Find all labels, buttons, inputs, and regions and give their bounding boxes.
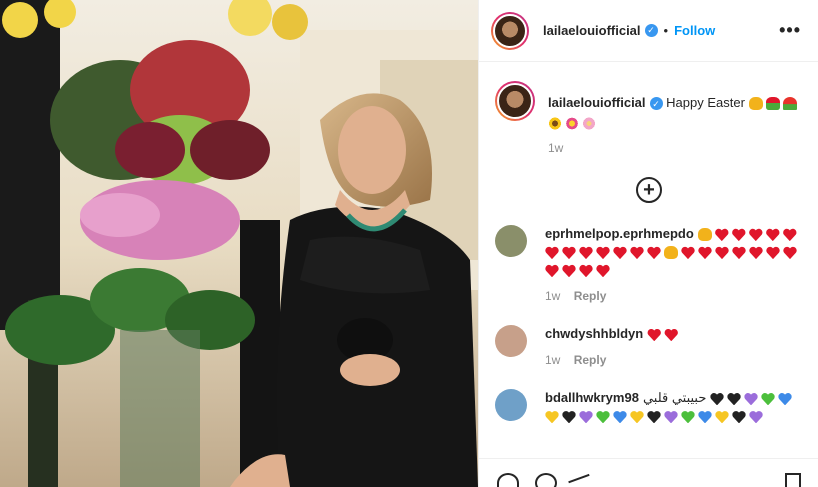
commenter-avatar[interactable] bbox=[495, 325, 527, 358]
reply-button[interactable]: Reply bbox=[574, 289, 607, 303]
separator-dot: • bbox=[663, 23, 669, 38]
comment-text: bdallhwkrym98 حبيبتي قلبي bbox=[545, 389, 803, 425]
comment-icon[interactable] bbox=[535, 473, 557, 487]
sunflower-icon bbox=[548, 117, 562, 131]
post-image bbox=[0, 0, 478, 487]
comment-time[interactable]: 1w bbox=[545, 353, 560, 367]
comments-section[interactable]: lailaelouiofficial ✓ Happy Easter 1w + ep… bbox=[479, 63, 818, 458]
comment-text: chwdyshhbldyn bbox=[545, 325, 803, 343]
header-username[interactable]: lailaelouiofficial bbox=[543, 23, 641, 38]
comment-meta: 1w Reply bbox=[545, 289, 803, 303]
tulip-icon bbox=[782, 97, 797, 111]
red-heart-icon bbox=[664, 328, 678, 341]
comment-text: eprhmelpop.eprhmepdo bbox=[545, 225, 803, 279]
comment-body: حبيبتي قلبي bbox=[642, 390, 707, 406]
comment-item: bdallhwkrym98 حبيبتي قلبي bbox=[495, 389, 803, 425]
caption-time[interactable]: 1w bbox=[548, 141, 803, 155]
commenter-username[interactable]: chwdyshhbldyn bbox=[545, 326, 643, 341]
commenter-avatar[interactable] bbox=[495, 225, 527, 257]
comment-item: chwdyshhbldyn 1w Reply bbox=[495, 325, 803, 367]
more-options-icon[interactable]: ••• bbox=[779, 20, 801, 41]
reply-button[interactable]: Reply bbox=[574, 353, 607, 367]
commenter-avatar[interactable] bbox=[495, 389, 527, 422]
cherry-blossom-icon bbox=[565, 117, 579, 131]
commenter-username[interactable]: bdallhwkrym98 bbox=[545, 390, 639, 405]
post-header: lailaelouiofficial ✓ • Follow ••• bbox=[479, 0, 818, 62]
load-more-comments[interactable]: + bbox=[495, 177, 803, 203]
blossom-icon bbox=[582, 117, 596, 131]
verified-badge-icon: ✓ bbox=[644, 24, 658, 37]
caption-avatar[interactable] bbox=[495, 81, 535, 121]
post-photo[interactable] bbox=[0, 0, 478, 487]
caption-text: Happy Easter bbox=[666, 95, 745, 110]
raised-hands-icon bbox=[664, 246, 678, 260]
heart-icon[interactable] bbox=[497, 473, 519, 487]
raised-hands-icon bbox=[697, 228, 712, 242]
comment-meta: 1w Reply bbox=[545, 353, 803, 367]
post-side-panel: lailaelouiofficial ✓ • Follow ••• lailae… bbox=[478, 0, 818, 487]
verified-badge-icon: ✓ bbox=[649, 97, 663, 111]
commenter-username[interactable]: eprhmelpop.eprhmepdo bbox=[545, 226, 694, 241]
red-heart-icon bbox=[647, 328, 661, 341]
follow-button[interactable]: Follow bbox=[674, 23, 715, 38]
post-action-bar bbox=[479, 458, 818, 487]
bouquet-icon bbox=[765, 97, 780, 111]
caption-username[interactable]: lailaelouiofficial bbox=[548, 95, 646, 110]
comment-time[interactable]: 1w bbox=[545, 289, 560, 303]
avatar[interactable] bbox=[491, 11, 529, 50]
raised-hands-icon bbox=[748, 97, 763, 111]
post-caption: lailaelouiofficial ✓ Happy Easter bbox=[495, 81, 803, 133]
share-icon[interactable] bbox=[568, 473, 596, 487]
comment-item: eprhmelpop.eprhmepdo 1w Reply bbox=[495, 225, 803, 303]
plus-circle-icon[interactable]: + bbox=[636, 177, 662, 203]
bookmark-icon[interactable] bbox=[785, 473, 801, 487]
